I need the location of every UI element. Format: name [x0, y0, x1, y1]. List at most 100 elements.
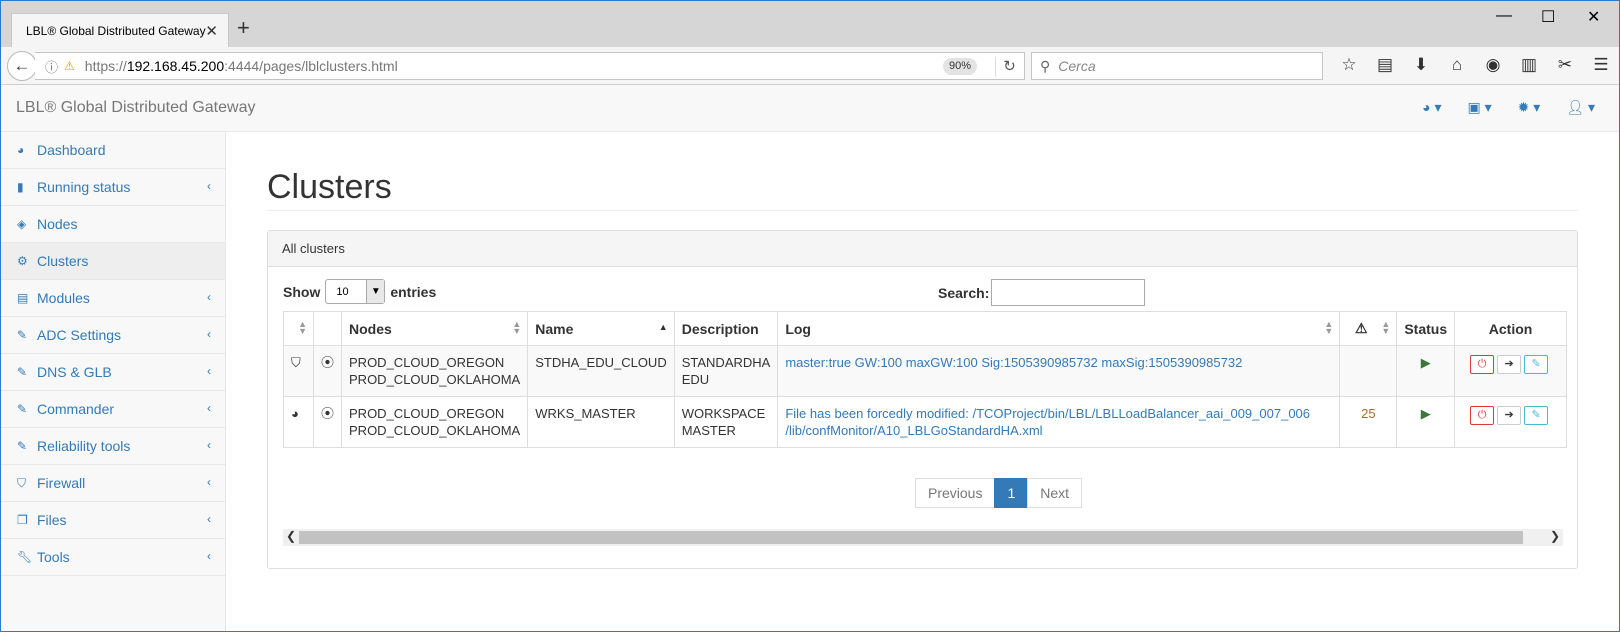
previous-button[interactable]: Previous — [915, 478, 996, 508]
sidebar-item-modules[interactable]: ▤ Modules ‹ — [1, 280, 225, 317]
run-circle-icon[interactable]: ⦿ — [312, 396, 343, 448]
description-line: MASTER — [681, 423, 736, 438]
sidebar-item-reliability-tools[interactable]: ✎ Reliability tools ‹ — [1, 428, 225, 465]
page-1-button[interactable]: 1 — [994, 478, 1029, 508]
scroll-right-icon[interactable]: ❯ — [1550, 529, 1560, 543]
scrollbar-thumb[interactable] — [299, 531, 1523, 544]
sidebar-item-label: ADC Settings — [37, 327, 122, 343]
description-cell: STANDARDHA EDU — [673, 345, 779, 397]
log-cell[interactable]: master:true GW:100 maxGW:100 Sig:1505390… — [777, 345, 1341, 397]
url-host: 192.168.45.200 — [126, 58, 225, 74]
scroll-left-icon[interactable]: ❮ — [286, 529, 296, 543]
browser-toolbar-icons: ☆ ▤ ⬇ ⌂ ◉ ▥ ✂ ☰ — [1331, 55, 1619, 75]
chevron-left-icon: ‹ — [207, 549, 211, 563]
col-log[interactable]: Log ▲ ▼ — [777, 311, 1341, 346]
play-icon[interactable]: ▶ — [1421, 355, 1431, 370]
sort-icon: ▲ ▼ — [1324, 319, 1334, 336]
zoom-badge[interactable]: 90% — [943, 58, 978, 75]
chevron-down-icon[interactable]: ▼ — [366, 280, 385, 303]
sidebar-item-dns-glb[interactable]: ✎ DNS & GLB ‹ — [1, 354, 225, 391]
browser-search-input[interactable]: ⚲ Cerca — [1031, 52, 1323, 80]
col-action: Action — [1454, 311, 1567, 346]
sidebar-item-label: Reliability tools — [37, 438, 131, 454]
chevron-left-icon: ‹ — [207, 512, 211, 526]
shield-icon: ⛉ — [17, 475, 27, 490]
edit-button[interactable]: ✎ — [1524, 406, 1549, 425]
col-type[interactable]: ▲ ▼ — [283, 311, 314, 346]
table-header-row: ▲ ▼ Nodes ▲ ▼ Name ▲ Description Log ▲ ▼ ⚠ ▲ ▼ S… — [283, 311, 1567, 346]
login-button[interactable]: ➔ — [1497, 406, 1522, 425]
col-name[interactable]: Name ▲ — [527, 311, 675, 346]
address-bar[interactable]: ⓘ ⚠ https://192.168.45.200:4444/pages/lb… — [35, 52, 1025, 80]
menu-icon[interactable]: ☰ — [1583, 55, 1619, 75]
header-menus: ◕ ▾ ▣ ▾ ✹ ▾ 👤︎ ▾ — [1422, 99, 1595, 116]
chevron-left-icon: ‹ — [207, 290, 211, 304]
minimize-icon[interactable]: — — [1496, 7, 1512, 25]
log-line: File has been forcedly modified: /TCOPro… — [785, 406, 1311, 421]
entries-length-control: Show 10 ▼ entries — [283, 279, 436, 304]
sidebar-item-tools[interactable]: 🔧︎ Tools ‹ — [1, 539, 225, 576]
bookmark-star-icon[interactable]: ☆ — [1331, 55, 1367, 75]
pocket-icon[interactable]: ◉ — [1475, 55, 1511, 75]
table-search-input[interactable] — [991, 279, 1146, 306]
screenshot-icon[interactable]: ✂ — [1547, 55, 1583, 75]
run-circle-icon[interactable]: ⦿ — [312, 345, 343, 397]
sidebar-item-firewall[interactable]: ⛉ Firewall ‹ — [1, 465, 225, 502]
reload-icon[interactable]: ↻ — [995, 57, 1023, 77]
sidebar-item-label: DNS & GLB — [37, 364, 112, 380]
play-icon[interactable]: ▶ — [1421, 406, 1431, 421]
insecure-lock-icon[interactable]: ⚠ — [64, 59, 75, 73]
sidebar-item-label: Modules — [37, 290, 90, 306]
next-button[interactable]: Next — [1027, 478, 1083, 508]
entries-select[interactable]: 10 ▼ — [325, 279, 386, 304]
sidebar-item-dashboard[interactable]: ◕ Dashboard — [1, 132, 225, 169]
sidebar-item-nodes[interactable]: ◈ Nodes — [1, 206, 225, 243]
sidebar-item-label: Commander — [37, 401, 115, 417]
settings-menu-icon[interactable]: ✹ ▾ — [1518, 99, 1541, 116]
status-cell: ▶ — [1396, 396, 1456, 448]
clusters-table: ▲ ▼ Nodes ▲ ▼ Name ▲ Description Log ▲ ▼ ⚠ ▲ ▼ S… — [283, 311, 1567, 448]
col-nodes[interactable]: Nodes ▲ ▼ — [341, 311, 529, 346]
edit-icon: ✎ — [17, 328, 28, 342]
sidebar-item-clusters[interactable]: ⚙ Clusters — [1, 243, 225, 280]
power-button[interactable]: ⏻ — [1470, 355, 1495, 374]
cluster-type-icon: ⛉ — [283, 345, 314, 397]
name-cell: WRKS_MASTER — [527, 396, 675, 448]
back-icon[interactable]: ← — [7, 51, 37, 81]
maximize-icon[interactable]: ☐ — [1541, 7, 1555, 27]
status-header: Status — [1404, 320, 1448, 337]
log-cell[interactable]: File has been forcedly modified: /TCOPro… — [777, 396, 1341, 448]
search-label: Search: — [938, 284, 990, 301]
edit-button[interactable]: ✎ — [1524, 355, 1549, 374]
download-icon[interactable]: ⬇ — [1403, 55, 1439, 75]
horizontal-scrollbar[interactable]: ❮ ❯ — [283, 529, 1563, 546]
new-tab-icon[interactable]: + — [237, 15, 250, 41]
reader-icon[interactable]: ▤ — [1367, 55, 1403, 75]
save-menu-icon[interactable]: ▣ ▾ — [1467, 99, 1491, 116]
sidebar-item-files[interactable]: ❐ Files ‹ — [1, 502, 225, 539]
user-menu-icon[interactable]: 👤︎ ▾ — [1566, 99, 1595, 116]
url-prefix: https:// — [84, 58, 127, 74]
close-tab-icon[interactable]: ✕ — [205, 22, 218, 40]
close-window-icon[interactable]: ✕ — [1587, 7, 1600, 27]
sidebar-item-label: Dashboard — [37, 142, 106, 158]
sidebar: ◕ Dashboard ▮ Running status ‹ ◈ Nodes ⚙ Cluster… — [1, 132, 226, 631]
status-cell: ▶ — [1396, 345, 1456, 397]
sidebar-item-running-status[interactable]: ▮ Running status ‹ — [1, 169, 225, 206]
sort-icon: ▲ ▼ — [1381, 319, 1391, 336]
col-warning[interactable]: ⚠ ▲ ▼ — [1339, 311, 1398, 346]
browser-tab[interactable]: LBL® Global Distributed Gateway ✕ — [11, 13, 229, 47]
sidebar-item-commander[interactable]: ✎ Commander ‹ — [1, 391, 225, 428]
chevron-left-icon: ‹ — [207, 401, 211, 415]
home-icon[interactable]: ⌂ — [1439, 55, 1475, 75]
power-button[interactable]: ⏻ — [1470, 406, 1495, 425]
dashboard-menu-icon[interactable]: ◕ ▾ — [1422, 99, 1441, 116]
dashboard-icon: ◕ — [17, 143, 25, 157]
info-icon[interactable]: ⓘ — [45, 57, 58, 76]
login-button[interactable]: ➔ — [1497, 355, 1522, 374]
app-brand[interactable]: LBL® Global Distributed Gateway — [16, 99, 255, 117]
extension-icon[interactable]: ▥ — [1511, 55, 1547, 75]
sidebar-item-adc-settings[interactable]: ✎ ADC Settings ‹ — [1, 317, 225, 354]
sort-asc-icon: ▲ — [658, 322, 668, 332]
chevron-left-icon: ‹ — [207, 179, 211, 193]
